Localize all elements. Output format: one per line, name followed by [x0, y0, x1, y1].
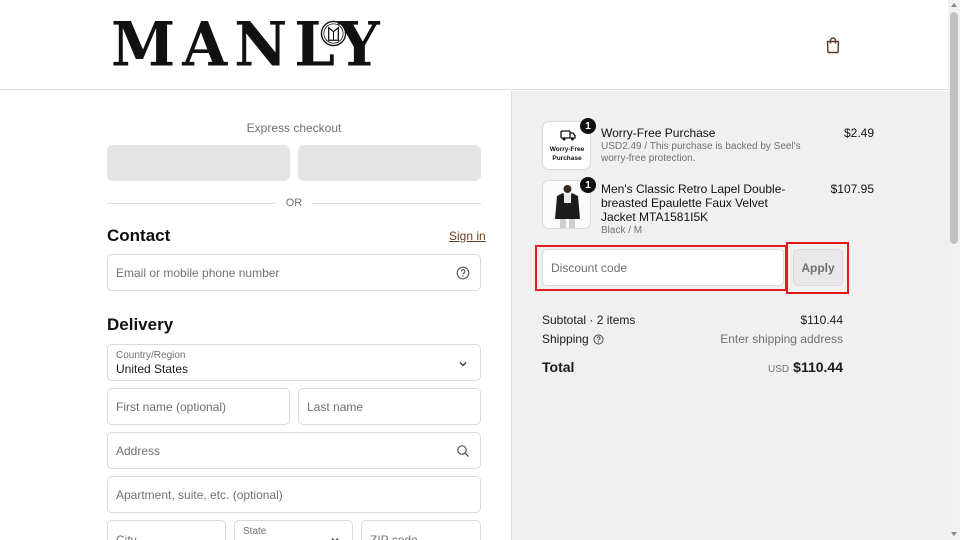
scroll-down-arrow-icon[interactable] — [951, 532, 957, 536]
cart-button[interactable] — [822, 34, 844, 56]
shipping-row: Shipping Enter shipping address — [542, 332, 843, 346]
item-name: Worry-Free Purchase — [601, 126, 716, 140]
item-subtitle: USD2.49 / This purchase is backed by See… — [601, 141, 801, 164]
email-field[interactable] — [107, 254, 481, 291]
discount-code-input[interactable] — [551, 260, 775, 275]
total-value: $110.44 — [793, 359, 843, 375]
line-item: 1 Men's Classic Retro Lapel Double-breas… — [542, 177, 874, 236]
total-amount: USD $110.44 — [768, 359, 843, 375]
total-currency: USD — [768, 364, 790, 375]
item-name: Men's Classic Retro Lapel Double-breaste… — [601, 182, 786, 224]
apartment-input[interactable] — [116, 487, 472, 502]
scroll-up-arrow-icon[interactable] — [951, 3, 957, 7]
site-header: MANLY — [0, 0, 948, 90]
express-checkout-label: Express checkout — [246, 121, 342, 135]
page-scrollbar[interactable] — [948, 0, 960, 540]
item-thumbnail-text: Worry-Free Purchase — [549, 146, 585, 162]
search-icon — [457, 445, 469, 457]
contact-title: Contact — [107, 226, 171, 245]
apply-discount-button[interactable]: Apply — [793, 249, 843, 286]
divider-line — [107, 202, 276, 204]
shipping-label-group: Shipping — [542, 332, 604, 346]
shipping-label: Shipping — [542, 332, 589, 346]
help-circle-icon[interactable] — [456, 266, 470, 280]
delivery-title: Delivery — [107, 315, 174, 334]
scrollbar-thumb[interactable] — [950, 12, 958, 244]
item-price: $107.95 — [830, 182, 874, 196]
sign-in-link[interactable]: Sign in — [449, 229, 486, 243]
apartment-field[interactable] — [107, 476, 481, 513]
address-field[interactable] — [107, 432, 481, 469]
express-pay-button-2[interactable] — [298, 145, 481, 181]
total-label: Total — [542, 359, 575, 375]
last-name-input[interactable] — [307, 399, 472, 414]
item-variant: Black / M — [601, 225, 643, 236]
subtotal-row: Subtotal · 2 items $110.44 — [542, 313, 843, 327]
divider-line — [312, 202, 481, 204]
total-row: Total USD $110.44 — [542, 359, 843, 375]
country-label: Country/Region — [116, 349, 186, 361]
discount-field[interactable] — [542, 249, 784, 286]
line-item: Worry-Free Purchase 1 Worry-Free Purchas… — [542, 118, 874, 171]
address-input[interactable] — [116, 443, 472, 458]
quantity-badge: 1 — [580, 118, 596, 134]
chevron-down-icon — [459, 362, 467, 367]
order-summary: Worry-Free Purchase 1 Worry-Free Purchas… — [511, 91, 948, 540]
city-input[interactable] — [116, 533, 217, 540]
or-divider: OR — [107, 196, 481, 210]
checkout-form: Express checkout OR Contact Sign in Deli… — [0, 91, 511, 540]
subtotal-label: Subtotal · 2 items — [542, 313, 636, 327]
zip-field[interactable] — [361, 520, 481, 540]
express-pay-button-1[interactable] — [107, 145, 290, 181]
email-input[interactable] — [116, 265, 472, 280]
quantity-badge: 1 — [580, 177, 596, 193]
shipping-value: Enter shipping address — [720, 332, 843, 346]
state-select[interactable]: State — [234, 520, 353, 540]
first-name-input[interactable] — [116, 399, 281, 414]
last-name-field[interactable] — [298, 388, 481, 425]
item-price: $2.49 — [843, 126, 874, 140]
first-name-field[interactable] — [107, 388, 290, 425]
chevron-down-icon — [331, 538, 339, 540]
country-value: United States — [116, 361, 189, 376]
help-circle-icon[interactable] — [593, 333, 604, 345]
state-label: State — [243, 526, 267, 537]
brand-emblem-icon — [320, 20, 347, 47]
zip-input[interactable] — [370, 533, 472, 540]
country-select[interactable]: Country/Region United States — [107, 344, 481, 381]
subtotal-value: $110.44 — [800, 313, 844, 327]
shopping-bag-icon — [826, 37, 840, 54]
or-label: OR — [285, 197, 303, 209]
city-field[interactable] — [107, 520, 226, 540]
